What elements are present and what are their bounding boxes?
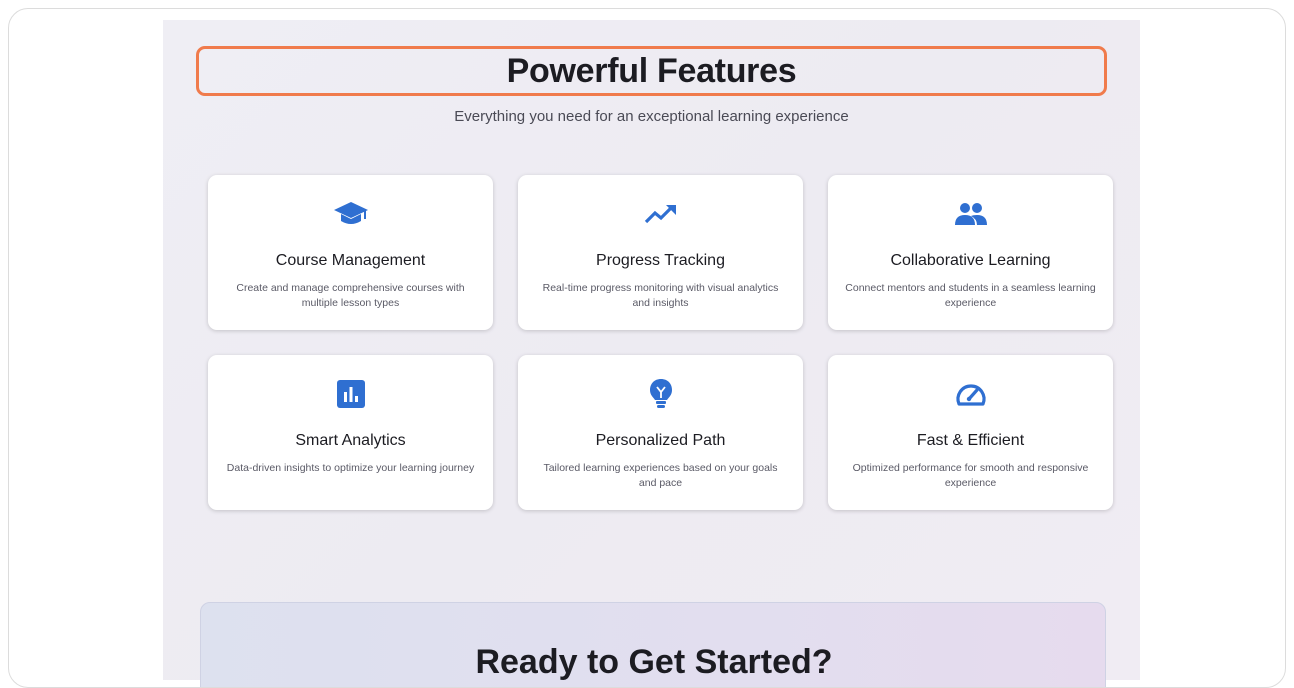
people-icon [828, 199, 1113, 229]
feature-title: Smart Analytics [295, 432, 406, 449]
feature-description: Connect mentors and students in a seamle… [845, 282, 1096, 309]
feature-description: Create and manage comprehensive courses … [236, 282, 465, 309]
feature-description: Optimized performance for smooth and res… [852, 462, 1089, 489]
graduation-cap-icon [208, 199, 493, 229]
bar-chart-icon [208, 379, 493, 409]
lightbulb-icon [518, 379, 803, 409]
feature-card-collaborative-learning: Collaborative Learning Connect mentors a… [828, 175, 1113, 330]
feature-title: Course Management [275, 252, 426, 269]
feature-title: Personalized Path [595, 432, 726, 449]
speedometer-icon [828, 379, 1113, 409]
features-section: Powerful Features Everything you need fo… [163, 20, 1140, 687]
feature-description: Tailored learning experiences based on y… [543, 462, 778, 489]
title-highlight: Powerful Features [196, 46, 1107, 96]
feature-card-progress-tracking: Progress Tracking Real-time progress mon… [518, 175, 803, 330]
feature-description: Data-driven insights to optimize your le… [226, 462, 475, 474]
feature-card-course-management: Course Management Create and manage comp… [208, 175, 493, 330]
feature-title: Collaborative Learning [890, 252, 1051, 269]
section-title: Powerful Features [506, 51, 797, 90]
cta-panel: Ready to Get Started? [200, 602, 1106, 687]
feature-title: Progress Tracking [596, 252, 725, 269]
feature-description: Real-time progress monitoring with visua… [542, 282, 779, 309]
browser-frame: Powerful Features Everything you need fo… [8, 8, 1286, 688]
cta-title: Ready to Get Started? [475, 643, 833, 681]
feature-card-fast-efficient: Fast & Efficient Optimized performance f… [828, 355, 1113, 510]
feature-card-smart-analytics: Smart Analytics Data-driven insights to … [208, 355, 493, 510]
feature-card-personalized-path: Personalized Path Tailored learning expe… [518, 355, 803, 510]
trending-up-icon [518, 199, 803, 229]
section-subtitle: Everything you need for an exceptional l… [454, 108, 849, 125]
feature-title: Fast & Efficient [916, 432, 1025, 449]
